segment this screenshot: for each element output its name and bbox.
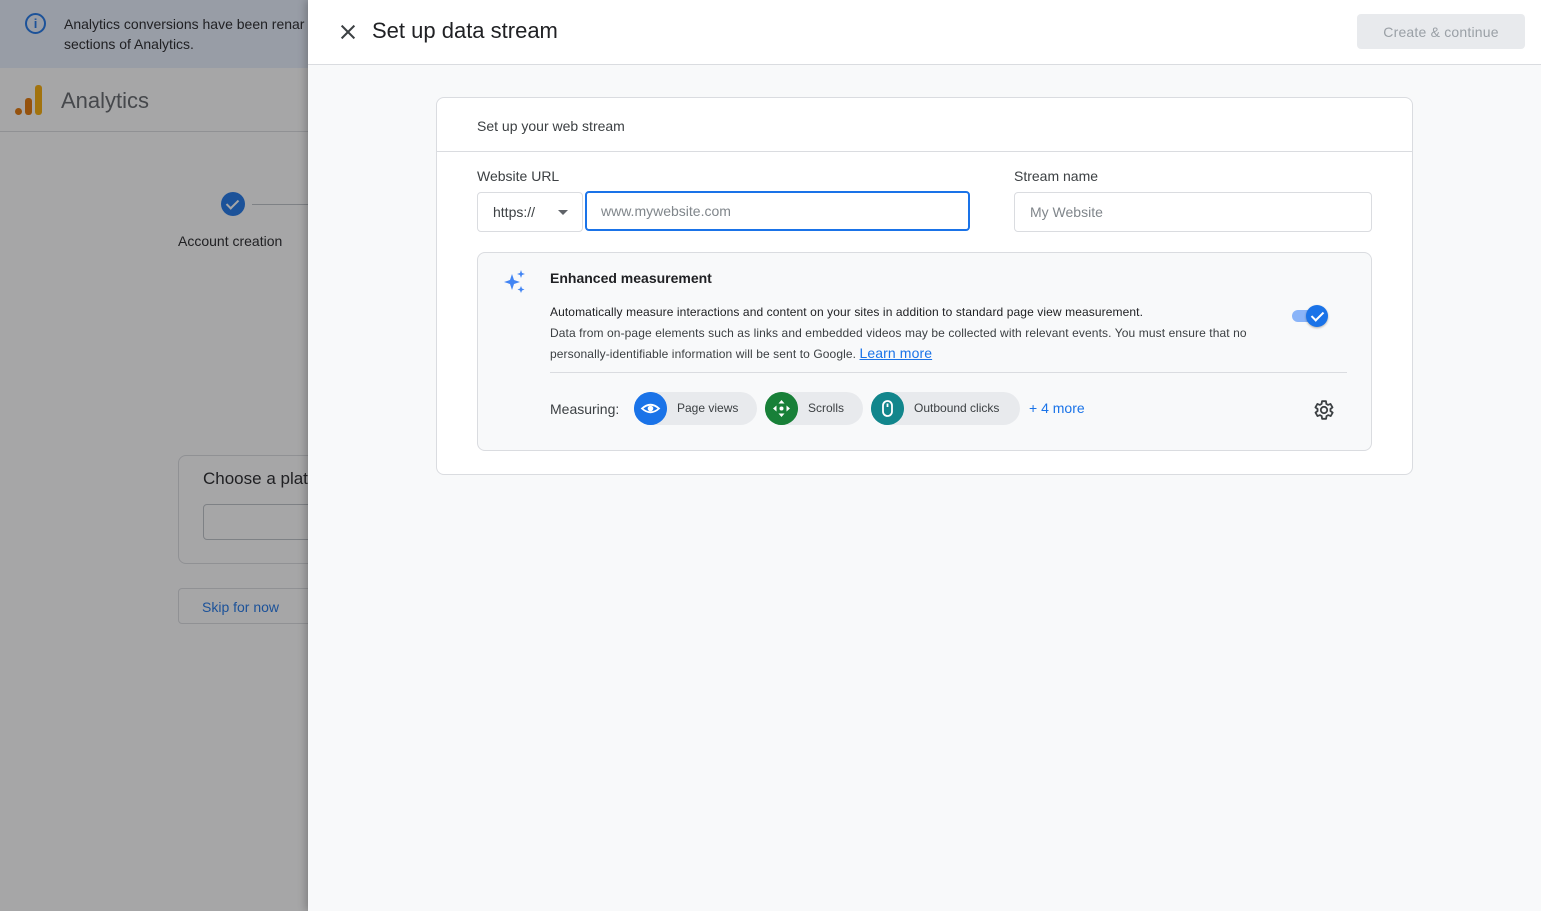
scroll-arrows-icon (765, 392, 798, 425)
stream-name-input[interactable] (1014, 192, 1372, 232)
protocol-value: https:// (493, 204, 536, 220)
chip-page-views: Page views (634, 392, 757, 425)
chip-label: Outbound clicks (914, 401, 1000, 415)
measuring-label: Measuring: (550, 401, 620, 417)
eye-icon (634, 392, 667, 425)
chip-label: Page views (677, 401, 739, 415)
sparkle-icon (504, 270, 525, 293)
close-icon[interactable] (336, 20, 360, 44)
enhanced-measurement-description: Data from on-page elements such as links… (550, 323, 1280, 364)
learn-more-link[interactable]: Learn more (860, 345, 933, 361)
enhanced-measurement-title: Enhanced measurement (550, 270, 712, 286)
drawer-title: Set up data stream (372, 18, 558, 43)
enhanced-measurement-panel: Enhanced measurement Automatically measu… (477, 252, 1372, 451)
chip-scrolls: Scrolls (765, 392, 863, 425)
chip-outbound-clicks: Outbound clicks (871, 392, 1020, 425)
website-url-label: Website URL (477, 168, 560, 184)
mouse-icon (871, 392, 904, 425)
gear-icon[interactable] (1311, 398, 1335, 422)
more-events-link[interactable]: + 4 more (1029, 400, 1085, 416)
chevron-down-icon (558, 210, 568, 215)
enhanced-measurement-summary: Automatically measure interactions and c… (550, 305, 1144, 319)
web-stream-card: Set up your web stream Website URL https… (436, 97, 1413, 475)
create-continue-button[interactable]: Create & continue (1357, 14, 1525, 49)
website-url-input[interactable] (585, 191, 970, 231)
enhanced-measurement-toggle[interactable] (1290, 305, 1328, 327)
check-icon (1306, 305, 1328, 327)
web-stream-card-title: Set up your web stream (477, 118, 625, 134)
protocol-select[interactable]: https:// (477, 192, 583, 232)
card-divider (437, 151, 1412, 152)
setup-data-stream-drawer: Set up data stream Create & continue Set… (308, 0, 1541, 911)
panel-divider (550, 372, 1347, 373)
drawer-header: Set up data stream Create & continue (308, 0, 1541, 65)
stream-name-label: Stream name (1014, 168, 1099, 184)
chip-label: Scrolls (808, 401, 845, 415)
